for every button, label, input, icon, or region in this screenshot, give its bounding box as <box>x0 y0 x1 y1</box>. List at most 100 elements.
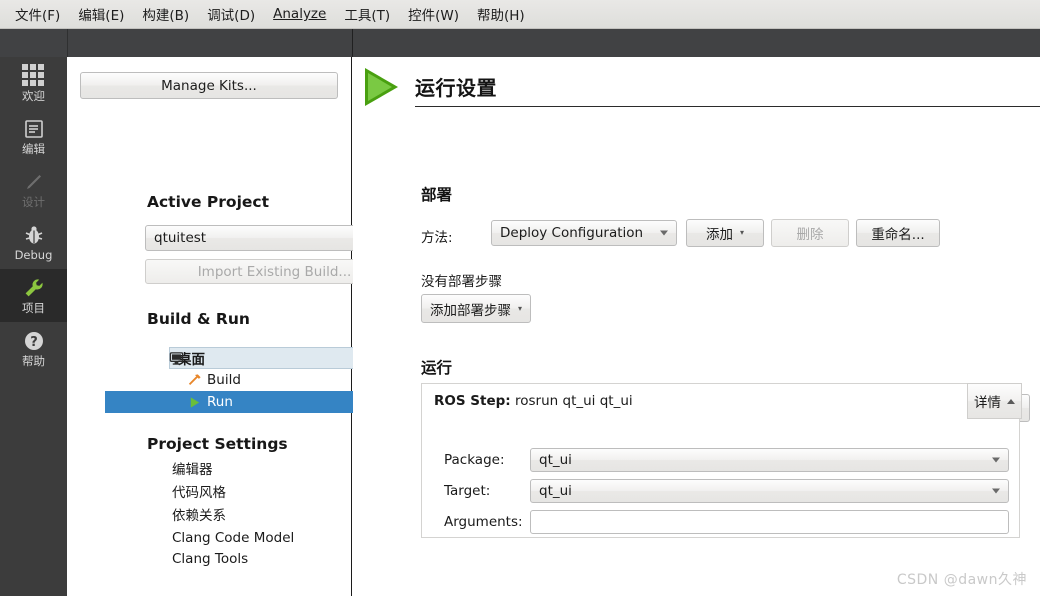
ros-step-header: ROS Step: rosrun qt_ui qt_ui 详情 <box>422 383 1022 420</box>
mode-welcome-label: 欢迎 <box>22 89 45 104</box>
add-deploy-step-button[interactable]: 添加部署步骤 ▾ <box>421 294 532 323</box>
deploy-configuration-value: Deploy Configuration <box>500 225 644 241</box>
deploy-add-button[interactable]: 添加 ▾ <box>686 219 764 247</box>
mode-design-label: 设计 <box>22 195 45 210</box>
run-heading: 运行 <box>421 359 453 377</box>
menu-help[interactable]: 帮助(H) <box>468 1 534 27</box>
menu-widgets[interactable]: 控件(W) <box>399 1 468 27</box>
target-label: Target: <box>444 483 491 499</box>
menu-tools-label: 工具(T) <box>344 8 391 24</box>
menu-widgets-label: 控件(W) <box>408 8 459 24</box>
question-mark-icon: ? <box>22 329 46 353</box>
manage-kits-button[interactable]: Manage Kits... <box>80 72 338 99</box>
mode-help[interactable]: ? 帮助 <box>0 322 67 375</box>
menu-analyze-label: Analyze <box>273 6 327 22</box>
package-label: Package: <box>444 452 505 468</box>
toolbar-divider-left <box>67 29 68 57</box>
menu-analyze[interactable]: Analyze <box>264 3 335 25</box>
svg-text:?: ? <box>30 335 38 350</box>
ros-step-title: ROS Step: rosrun qt_ui qt_ui <box>434 393 633 409</box>
target-select[interactable]: qt_ui <box>530 479 1009 503</box>
wrench-icon <box>22 276 46 300</box>
tree-item-run-label: Run <box>207 394 233 410</box>
build-and-run-heading: Build & Run <box>147 310 250 328</box>
deploy-configuration-select[interactable]: Deploy Configuration <box>491 220 677 246</box>
deploy-rename-label: 重命名... <box>871 227 925 243</box>
pencil-icon <box>22 170 46 194</box>
menu-file[interactable]: 文件(F) <box>6 1 69 27</box>
mode-debug-label: Debug <box>14 248 53 263</box>
menu-file-label: 文件(F) <box>15 8 61 24</box>
menu-debug-label: 调试(D) <box>207 8 256 24</box>
menu-build-label: 构建(B) <box>142 8 190 24</box>
settings-item-clang-tools[interactable]: Clang Tools <box>172 549 294 570</box>
mode-welcome[interactable]: 欢迎 <box>0 57 67 110</box>
watermark: CSDN @dawn久神 <box>896 572 1027 588</box>
mode-design: 设计 <box>0 163 67 216</box>
deploy-remove-button: 删除 <box>771 219 849 247</box>
ros-step-details-label: 详情 <box>974 395 1001 411</box>
menu-build[interactable]: 构建(B) <box>133 1 198 27</box>
add-deploy-step-label: 添加部署步骤 <box>430 302 511 319</box>
document-icon <box>22 117 46 141</box>
mode-debug[interactable]: Debug <box>0 216 67 269</box>
menu-tools[interactable]: 工具(T) <box>335 1 399 27</box>
deploy-heading: 部署 <box>421 186 453 204</box>
toolbar-divider-main <box>352 29 353 57</box>
mode-help-label: 帮助 <box>22 354 45 369</box>
mode-selector-rail: 欢迎 编辑 设计 Debug 项目 ? 帮助 <box>0 57 67 596</box>
mode-edit-label: 编辑 <box>22 142 45 157</box>
mode-edit[interactable]: 编辑 <box>0 110 67 163</box>
package-select[interactable]: qt_ui <box>530 448 1009 472</box>
project-settings-heading: Project Settings <box>147 435 288 453</box>
target-value: qt_ui <box>539 483 572 499</box>
settings-item-code-style[interactable]: 代码风格 <box>172 482 294 505</box>
package-value: qt_ui <box>539 452 572 468</box>
bug-icon <box>22 223 46 247</box>
project-tree-panel: Manage Kits... Active Project qtuitest I… <box>67 57 404 596</box>
settings-item-clang-code-model[interactable]: Clang Code Model <box>172 528 294 549</box>
deploy-add-label: 添加 <box>705 227 733 243</box>
deploy-rename-button[interactable]: 重命名... <box>856 219 940 247</box>
ros-step-details-button[interactable]: 详情 <box>967 383 1022 419</box>
settings-item-editor[interactable]: 编辑器 <box>172 459 294 482</box>
tree-item-build-label: Build <box>207 372 241 388</box>
run-settings-pane: 运行设置 部署 方法: Deploy Configuration 添加 ▾ 删除… <box>353 57 1040 596</box>
no-deploy-steps-label: 没有部署步骤 <box>421 274 502 290</box>
chevron-down-icon <box>992 488 1000 494</box>
ros-step-title-bold: ROS Step: <box>434 393 511 409</box>
import-existing-build-label: Import Existing Build... <box>197 263 352 280</box>
deploy-remove-label: 删除 <box>796 227 824 243</box>
menu-edit-label: 编辑(E) <box>78 8 125 24</box>
deploy-method-label: 方法: <box>421 230 453 246</box>
menu-debug[interactable]: 调试(D) <box>198 1 264 27</box>
desktop-icon <box>167 351 185 366</box>
arguments-label: Arguments: <box>444 514 523 530</box>
arguments-input[interactable] <box>530 510 1009 534</box>
chevron-down-icon <box>992 457 1000 463</box>
green-play-icon-inner <box>368 73 392 101</box>
menu-edit[interactable]: 编辑(E) <box>69 1 133 27</box>
target-row: Target: qt_ui <box>444 479 1009 503</box>
chevron-down-icon: ▾ <box>739 228 744 237</box>
mode-projects[interactable]: 项目 <box>0 269 67 322</box>
menu-help-label: 帮助(H) <box>477 8 525 24</box>
play-icon <box>185 396 203 409</box>
page-header: 运行设置 <box>353 62 1040 114</box>
grid-icon <box>21 64 46 88</box>
menu-bar: 文件(F) 编辑(E) 构建(B) 调试(D) Analyze 工具(T) 控件… <box>0 0 1040 29</box>
active-project-heading: Active Project <box>147 193 269 211</box>
mode-projects-label: 项目 <box>22 301 45 316</box>
project-settings-list: 编辑器 代码风格 依赖关系 Clang Code Model Clang Too… <box>172 459 294 570</box>
page-title: 运行设置 <box>415 76 497 100</box>
settings-item-dependencies[interactable]: 依赖关系 <box>172 505 294 528</box>
top-toolbar-strip <box>0 29 1040 57</box>
chevron-down-icon <box>660 230 668 236</box>
package-row: Package: qt_ui <box>444 448 1009 472</box>
chevron-down-icon: ▾ <box>518 303 523 313</box>
manage-kits-label: Manage Kits... <box>161 77 257 94</box>
arguments-row: Arguments: <box>444 510 1009 534</box>
qt-creator-window: 文件(F) 编辑(E) 构建(B) 调试(D) Analyze 工具(T) 控件… <box>0 0 1040 596</box>
hammer-icon <box>185 373 203 388</box>
ros-step-groupbox: ROS Step: rosrun qt_ui qt_ui 详情 Package:… <box>421 383 1022 538</box>
